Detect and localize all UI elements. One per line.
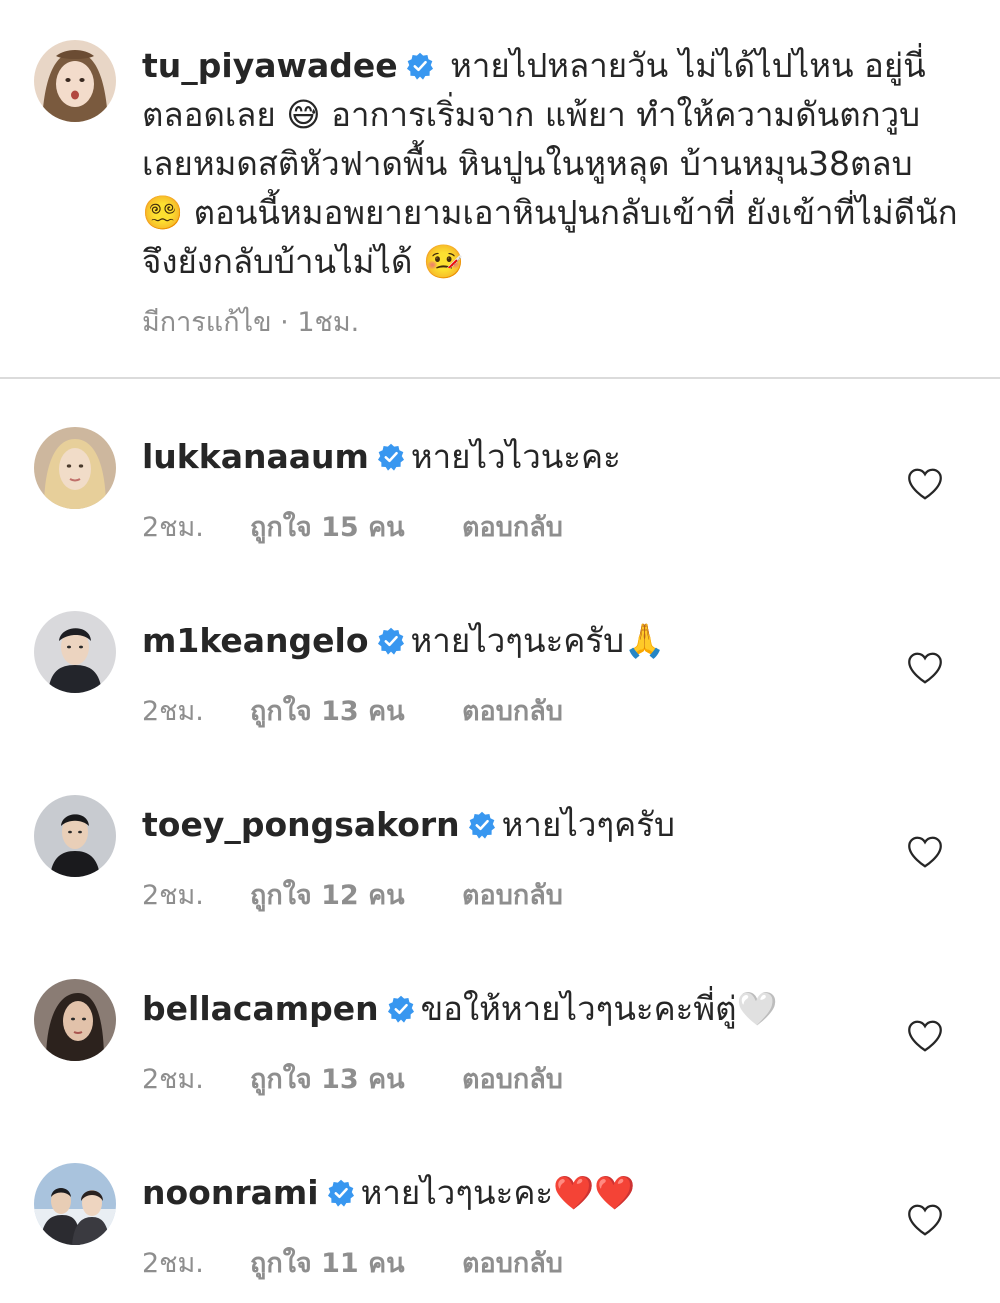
avatar-image [34,1163,116,1245]
comment-text: bellacampen ขอให้หายไวๆนะคะพี่ตู่🤍 [142,987,778,1031]
avatar[interactable] [34,1163,116,1245]
verified-badge-icon [377,627,405,655]
username-link[interactable]: noonrami [142,1173,319,1212]
comment-meta: 2ชม. ถูกใจ 11 คน ตอบกลับ [142,1241,563,1284]
comment-time: 2ชม. [142,1064,204,1095]
comment-meta: 2ชม. ถูกใจ 13 คน ตอบกลับ [142,689,563,732]
likes-count-link[interactable]: ถูกใจ 11 คน [250,1241,462,1284]
avatar-image [34,40,116,122]
comment-time: 2ชม. [142,1248,204,1279]
comment-meta: 2ชม. ถูกใจ 15 คน ตอบกลับ [142,505,563,548]
comment-emoji: ❤️❤️ [553,1173,636,1212]
comment-text: lukkanaaum หายไวไวนะคะ [142,435,621,479]
comment-text: toey_pongsakorn หายไวๆครับ [142,803,675,847]
like-button[interactable] [907,835,943,869]
comment-emoji: 🤍 [736,989,778,1028]
avatar-image [34,611,116,693]
thermometer-face-emoji: 🤒 [422,242,465,281]
heart-outline-icon [908,836,942,868]
likes-count-link[interactable]: ถูกใจ 13 คน [250,689,462,732]
reply-button[interactable]: ตอบกลับ [462,873,563,916]
dizzy-face-emoji: 😵‍💫 [142,193,184,232]
comment-body: หายไวไวนะคะ [410,437,621,476]
heart-outline-icon [908,468,942,500]
avatar[interactable] [34,427,116,509]
verified-badge-icon [406,52,434,80]
heart-outline-icon [908,652,942,684]
comment-meta: 2ชม. ถูกใจ 12 คน ตอบกลับ [142,873,563,916]
caption-text: tu_piyawadee หายไปหลายวัน ไม่ได้ไปไหน อย… [142,41,962,286]
like-button[interactable] [907,467,943,501]
username-link[interactable]: tu_piyawadee [142,46,398,85]
like-button[interactable] [907,1203,943,1237]
heart-outline-icon [908,1204,942,1236]
reply-button[interactable]: ตอบกลับ [462,689,563,732]
avatar[interactable] [34,795,116,877]
avatar-image [34,979,116,1061]
comment-item: noonrami หายไวๆนะคะ❤️❤️ 2ชม. ถูกใจ 11 คน ตอ… [0,1153,1000,1303]
comment-item: bellacampen ขอให้หายไวๆนะคะพี่ตู่🤍 2ชม. ถู… [0,969,1000,1119]
username-link[interactable]: m1keangelo [142,621,369,660]
comment-text: noonrami หายไวๆนะคะ❤️❤️ [142,1171,635,1215]
avatar[interactable] [34,40,116,122]
username-link[interactable]: toey_pongsakorn [142,805,460,844]
username-link[interactable]: bellacampen [142,989,379,1028]
avatar[interactable] [34,979,116,1061]
verified-badge-icon [387,995,415,1023]
verified-badge-icon [468,811,496,839]
comment-time: 2ชม. [142,880,204,911]
comment-item: m1keangelo หายไวๆนะครับ🙏 2ชม. ถูกใจ 13 คนต… [0,601,1000,751]
avatar-image [34,427,116,509]
like-button[interactable] [907,651,943,685]
comment-item: toey_pongsakorn หายไวๆครับ 2ชม. ถูกใจ 12 ค… [0,785,1000,935]
comment-text: m1keangelo หายไวๆนะครับ🙏 [142,619,665,663]
caption-body-3: ตอนนี้หมอพยายามเอาหินปูนกลับเข้าที่ ยังเ… [142,193,958,281]
comment-body: หายไวๆนะคะ [360,1173,554,1212]
caption-meta: มีการแก้ไข · 1ชม. [142,307,360,338]
comment-meta: 2ชม. ถูกใจ 13 คน ตอบกลับ [142,1057,563,1100]
likes-count-link[interactable]: ถูกใจ 12 คน [250,873,462,916]
verified-badge-icon [377,443,405,471]
avatar[interactable] [34,611,116,693]
comment-body: ขอให้หายไวๆนะคะพี่ตู่ [420,989,737,1028]
reply-button[interactable]: ตอบกลับ [462,505,563,548]
likes-count-link[interactable]: ถูกใจ 15 คน [250,505,462,548]
likes-count-link[interactable]: ถูกใจ 13 คน [250,1057,462,1100]
sweat-smile-emoji: 😅 [286,95,321,134]
comment-time: 2ชม. [142,512,204,543]
comment-body: หายไวๆครับ [501,805,675,844]
comment-emoji: 🙏 [624,621,666,660]
reply-button[interactable]: ตอบกลับ [462,1241,563,1284]
divider [0,377,1000,379]
comment-item: lukkanaaum หายไวไวนะคะ 2ชม. ถูกใจ 15 คน ตอบ… [0,417,1000,567]
verified-badge-icon [327,1179,355,1207]
username-link[interactable]: lukkanaaum [142,437,369,476]
comment-body: หายไวๆนะครับ [410,621,625,660]
post-caption: tu_piyawadee หายไปหลายวัน ไม่ได้ไปไหน อย… [0,0,1000,378]
avatar-image [34,795,116,877]
like-button[interactable] [907,1019,943,1053]
comment-time: 2ชม. [142,696,204,727]
reply-button[interactable]: ตอบกลับ [462,1057,563,1100]
heart-outline-icon [908,1020,942,1052]
